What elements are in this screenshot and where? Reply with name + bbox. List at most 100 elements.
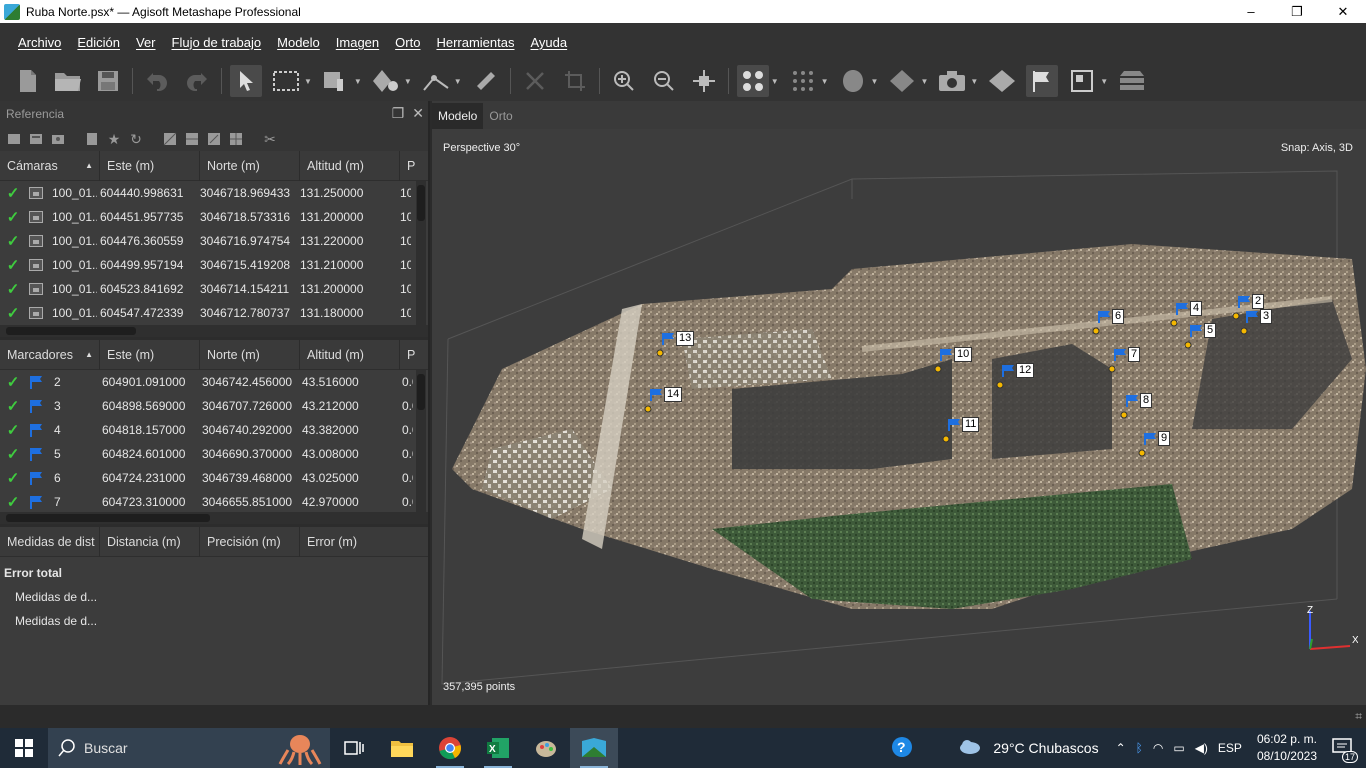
weather-cloud-icon[interactable] <box>958 738 982 759</box>
excel-icon[interactable]: X <box>474 728 522 768</box>
view-source-icon[interactable] <box>162 131 178 147</box>
tab-modelo[interactable]: Modelo <box>432 103 484 129</box>
show-points-icon[interactable] <box>736 65 769 97</box>
col-este[interactable]: Este (m) <box>100 150 200 181</box>
chevron-down-icon[interactable]: ▼ <box>871 77 879 86</box>
scale-bar-row[interactable]: Medidas de d... <box>0 585 428 609</box>
marker-6[interactable]: 6 <box>1092 309 1132 335</box>
close-panel-icon[interactable]: ✕ <box>412 105 424 122</box>
view-variance-icon[interactable] <box>228 131 244 147</box>
vertical-scrollbar[interactable] <box>416 370 426 512</box>
menu-edicion[interactable]: Edición <box>69 35 128 50</box>
marker-10[interactable]: 10 <box>934 347 974 373</box>
show-layers-icon[interactable] <box>1116 65 1148 97</box>
menu-flujo-de-trabajo[interactable]: Flujo de trabajo <box>164 35 270 50</box>
chevron-down-icon[interactable]: ▼ <box>1100 77 1108 86</box>
show-markers-flag-icon[interactable] <box>1026 65 1059 97</box>
crop-icon[interactable] <box>559 65 591 97</box>
camera-row[interactable]: ✓ 100_01...604451.957735 3046718.573316 131… <box>0 205 428 229</box>
col-medidas[interactable]: Medidas de dist <box>0 526 100 557</box>
wifi-icon[interactable]: ◠ <box>1153 741 1163 755</box>
notifications-icon[interactable]: 17 <box>1332 737 1358 763</box>
chrome-icon[interactable] <box>426 728 474 768</box>
metashape-taskbar-icon[interactable] <box>570 728 618 768</box>
zoom-out-icon[interactable] <box>648 65 680 97</box>
horizontal-scrollbar[interactable] <box>0 325 428 337</box>
minimize-button[interactable]: – <box>1228 0 1274 23</box>
view-estimated-icon[interactable] <box>184 131 200 147</box>
col-error[interactable]: Error (m) <box>300 527 400 557</box>
camera-row[interactable]: ✓ 100_01...604547.472339 3046712.780737 131… <box>0 301 428 325</box>
maximize-button[interactable]: ❐ <box>1274 0 1320 23</box>
marker-row[interactable]: ✓ 2 604901.091000 3046742.456000 43.516000 0.… <box>0 370 428 394</box>
reset-view-icon[interactable] <box>688 65 720 97</box>
point-cloud-view[interactable] <box>432 129 1366 705</box>
marker-row[interactable]: ✓ 7 604723.310000 3046655.851000 42.970000 0.… <box>0 490 428 512</box>
menu-ayuda[interactable]: Ayuda <box>522 35 575 50</box>
marker-12[interactable]: 12 <box>996 363 1036 389</box>
chevron-up-icon[interactable]: ⌃ <box>1116 741 1126 755</box>
col-distancia[interactable]: Distancia (m) <box>100 526 200 557</box>
delete-icon[interactable] <box>519 65 551 97</box>
volume-icon[interactable]: ◀) <box>1195 741 1208 755</box>
redo-icon[interactable] <box>181 65 213 97</box>
chevron-down-icon[interactable]: ▼ <box>920 77 928 86</box>
ruler-icon[interactable] <box>470 65 502 97</box>
model-viewport[interactable]: 2 3 4 5 6 7 8 9 10 11 12 13 14 Perspective 30° Snap:… <box>432 129 1366 705</box>
weather-text[interactable]: 29°C Chubascos <box>993 740 1098 756</box>
menu-herramientas[interactable]: Herramientas <box>428 35 522 50</box>
col-p[interactable]: P <box>400 340 418 370</box>
show-shapes-icon[interactable] <box>986 65 1018 97</box>
check-icon[interactable]: ✓ <box>3 304 23 322</box>
chevron-down-icon[interactable]: ▼ <box>970 77 978 86</box>
check-icon[interactable]: ✓ <box>3 208 23 226</box>
marker-11[interactable]: 11 <box>942 417 982 443</box>
chevron-down-icon[interactable]: ▼ <box>404 77 412 86</box>
export-reference-icon[interactable] <box>28 131 44 147</box>
vertical-scrollbar[interactable] <box>416 181 426 325</box>
marker-3[interactable]: 3 <box>1240 309 1280 335</box>
check-icon[interactable]: ✓ <box>3 373 23 391</box>
col-precision[interactable]: Precisión (m) <box>200 526 300 557</box>
col-norte[interactable]: Norte (m) <box>200 339 300 370</box>
star-icon[interactable]: ★ <box>106 131 122 147</box>
check-icon[interactable]: ✓ <box>3 184 23 202</box>
camera-row[interactable]: ✓ 100_01...604523.841692 3046714.154211 131… <box>0 277 428 301</box>
menu-ver[interactable]: Ver <box>128 35 164 50</box>
marker-5[interactable]: 5 <box>1184 323 1224 349</box>
check-icon[interactable]: ✓ <box>3 397 23 415</box>
undock-icon[interactable]: ❐ <box>392 105 405 122</box>
battery-icon[interactable]: ▭ <box>1173 741 1184 755</box>
camera-row[interactable]: ✓ 100_01...604499.957194 3046715.419208 131… <box>0 253 428 277</box>
menu-archivo[interactable]: Archivo <box>10 35 69 50</box>
rotate-object-icon[interactable] <box>370 65 402 97</box>
clock[interactable]: 06:02 p. m. 08/10/2023 <box>1257 731 1317 765</box>
show-cameras-icon[interactable] <box>936 65 968 97</box>
file-explorer-icon[interactable] <box>378 728 426 768</box>
col-este[interactable]: Este (m) <box>100 339 200 370</box>
chevron-down-icon[interactable]: ▼ <box>454 77 462 86</box>
show-region-icon[interactable] <box>1066 65 1098 97</box>
bluetooth-icon[interactable]: ᛒ <box>1136 741 1143 755</box>
col-altitud[interactable]: Altitud (m) <box>300 339 400 370</box>
resize-grip-icon[interactable]: ⌗ <box>1355 709 1362 724</box>
scale-bar-row[interactable]: Medidas de d... <box>0 609 428 633</box>
new-document-icon[interactable] <box>12 65 44 97</box>
col-marcadores[interactable]: Marcadores ▲ <box>0 339 100 370</box>
marker-8[interactable]: 8 <box>1120 393 1160 419</box>
marker-row[interactable]: ✓ 4 604818.157000 3046740.292000 43.382000 0.… <box>0 418 428 442</box>
marker-9[interactable]: 9 <box>1138 431 1178 457</box>
open-folder-icon[interactable] <box>52 65 84 97</box>
marker-14[interactable]: 14 <box>644 387 684 413</box>
error-total-row[interactable]: Error total <box>0 561 428 585</box>
calculator-icon[interactable] <box>84 131 100 147</box>
tab-orto[interactable]: Orto <box>483 103 518 129</box>
marker-row[interactable]: ✓ 6 604724.231000 3046739.468000 43.025000 0.… <box>0 466 428 490</box>
camera-row[interactable]: ✓ 100_01...604440.998631 3046718.969433 131… <box>0 181 428 205</box>
windows-start-icon[interactable] <box>0 728 48 768</box>
show-tiled-model-icon[interactable] <box>886 65 918 97</box>
marker-13[interactable]: 13 <box>656 331 696 357</box>
help-icon[interactable]: ? <box>891 736 913 761</box>
paint-icon[interactable] <box>522 728 570 768</box>
undo-icon[interactable] <box>141 65 173 97</box>
